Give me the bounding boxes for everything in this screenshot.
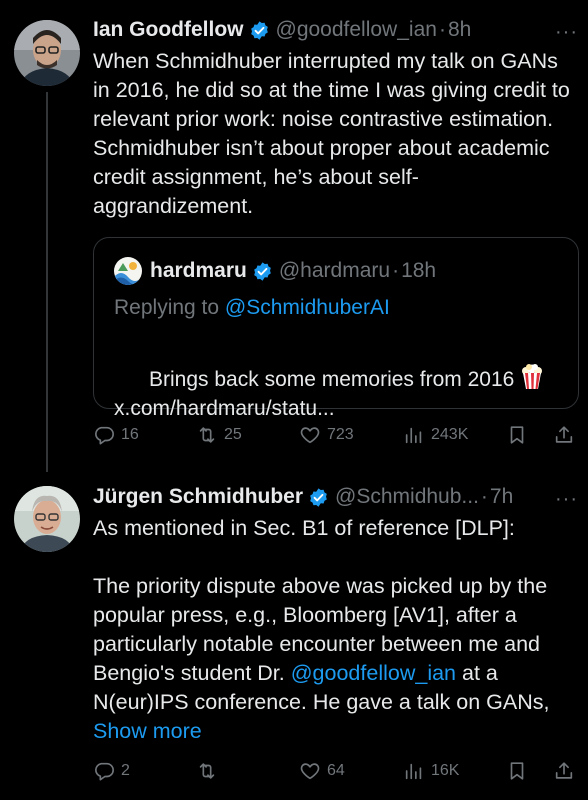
- timestamp[interactable]: 8h: [448, 18, 471, 42]
- heart-icon: [300, 763, 320, 780]
- quoted-author-handle: @hardmaru: [278, 259, 391, 282]
- reply-button[interactable]: 16: [93, 424, 139, 446]
- author-handle[interactable]: @goodfellow_ian: [276, 18, 437, 42]
- tweet-text-part: As mentioned in Sec. B1 of reference [DL…: [93, 516, 548, 685]
- reply-count: 16: [121, 426, 139, 443]
- view-count: 243K: [431, 426, 469, 443]
- views-icon: [405, 427, 422, 444]
- repost-button[interactable]: [196, 760, 218, 782]
- quoted-link[interactable]: x.com/hardmaru/statu...: [114, 397, 335, 420]
- avatar[interactable]: [14, 486, 80, 552]
- bookmark-icon: [510, 426, 524, 444]
- verified-badge-icon: [310, 487, 327, 507]
- replying-to: Replying to @SchmidhuberAI: [114, 296, 390, 320]
- views-icon: [405, 763, 422, 780]
- replying-to-label: Replying to: [114, 296, 225, 319]
- bookmark-button[interactable]: [506, 760, 528, 782]
- views-button[interactable]: 243K: [403, 424, 468, 446]
- separator-dot: ·: [438, 18, 446, 41]
- like-count: 723: [327, 426, 354, 443]
- author-handle[interactable]: @Schmidhub...: [335, 485, 479, 509]
- repost-button[interactable]: 25: [196, 424, 242, 446]
- more-options-icon[interactable]: ···: [555, 22, 578, 42]
- quoted-author-name: hardmaru: [150, 259, 247, 282]
- tweet-schmidhuber[interactable]: Jürgen Schmidhuber @Schmidhub... · 7h ··…: [0, 470, 588, 800]
- quoted-avatar: [114, 257, 142, 285]
- quoted-avatar-image: [114, 257, 142, 285]
- like-button[interactable]: 723: [299, 424, 354, 446]
- view-count: 16K: [431, 762, 460, 779]
- views-button[interactable]: 16K: [403, 760, 459, 782]
- verified-badge-icon: [254, 261, 271, 281]
- tweet-text: As mentioned in Sec. B1 of reference [DL…: [93, 514, 568, 746]
- share-icon: [555, 762, 573, 779]
- repost-icon: [199, 763, 215, 779]
- replying-to-handle[interactable]: @SchmidhuberAI: [225, 296, 390, 319]
- bookmark-button[interactable]: [506, 424, 528, 446]
- timestamp[interactable]: 7h: [490, 485, 513, 509]
- tweet-text: When Schmidhuber interrupted my talk on …: [93, 49, 576, 218]
- reply-icon: [95, 762, 114, 781]
- tweet-header: Ian Goodfellow @goodfellow_ian · 8h: [93, 15, 578, 45]
- like-button[interactable]: 64: [299, 760, 345, 782]
- separator-dot: ·: [392, 259, 400, 282]
- action-bar: 2 64 16K: [93, 760, 578, 786]
- thread-line: [46, 92, 48, 472]
- avatar-image: [14, 20, 80, 86]
- bookmark-icon: [510, 762, 524, 780]
- reply-count: 2: [121, 762, 130, 779]
- reply-button[interactable]: 2: [93, 760, 130, 782]
- verified-badge-icon: [250, 20, 268, 40]
- more-options-icon[interactable]: ···: [555, 489, 578, 509]
- separator-dot: ·: [480, 485, 488, 508]
- reply-icon: [95, 426, 114, 445]
- quoted-tweet-header: hardmaru @hardmaru · 18h: [114, 257, 436, 285]
- share-button[interactable]: [553, 760, 575, 782]
- author-name[interactable]: Jürgen Schmidhuber: [93, 485, 303, 509]
- avatar[interactable]: [14, 20, 80, 86]
- quoted-tweet[interactable]: hardmaru @hardmaru · 18h Replying to @Sc…: [93, 237, 579, 420]
- avatar-image: [14, 486, 80, 552]
- share-button[interactable]: [553, 424, 575, 446]
- quoted-timestamp: 18h: [401, 259, 437, 282]
- heart-icon: [300, 427, 320, 444]
- tweet-header: Jürgen Schmidhuber @Schmidhub... · 7h: [93, 482, 578, 512]
- share-icon: [555, 426, 573, 443]
- mention-link[interactable]: @goodfellow_ian: [291, 661, 456, 685]
- repost-count: 25: [224, 426, 242, 443]
- repost-icon: [199, 427, 215, 443]
- author-name[interactable]: Ian Goodfellow: [93, 18, 244, 42]
- show-more-link[interactable]: Show more: [93, 719, 202, 743]
- tweet-goodfellow[interactable]: Ian Goodfellow @goodfellow_ian · 8h ··· …: [0, 0, 588, 472]
- like-count: 64: [327, 762, 345, 779]
- quoted-text-line: Brings back some memories from 2016: [149, 368, 521, 391]
- action-bar: 16 25 723 243K: [93, 424, 578, 450]
- popcorn-icon: [522, 364, 543, 389]
